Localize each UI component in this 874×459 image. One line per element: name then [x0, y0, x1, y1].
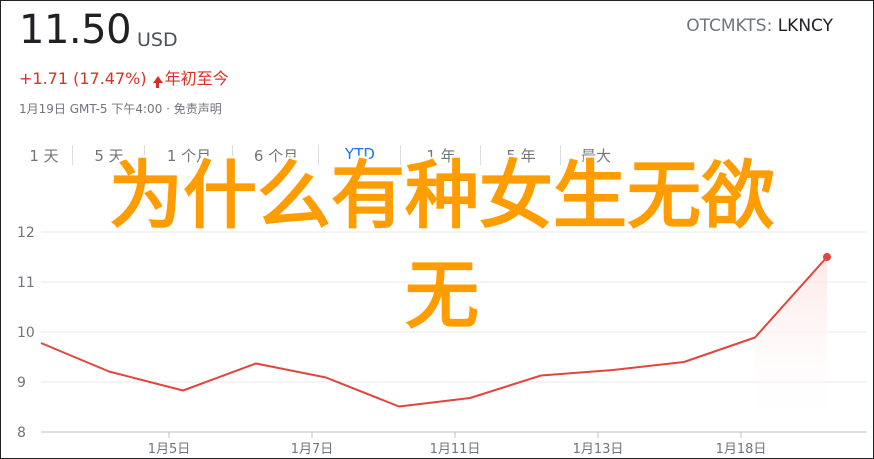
- last-point-marker: [823, 253, 831, 261]
- x-tick-label: 1月13日: [573, 442, 624, 457]
- line-layer: [40, 253, 831, 408]
- x-axis: 1月5日 1月7日 1月11日 1月13日 1月18日: [41, 431, 867, 457]
- y-tick-label: 12: [17, 225, 35, 241]
- area-layer: [755, 257, 827, 432]
- x-tick-label: 1月18日: [716, 442, 767, 457]
- price-chart[interactable]: 1月5日 1月7日 1月11日 1月13日 1月18日 8 9 10 11 12: [1, 1, 873, 458]
- grid-layer: [41, 231, 867, 433]
- y-tick-label: 9: [17, 375, 26, 391]
- stock-widget: 11.50 USD OTCMKTS: LKNCY +1.71 (17.47%) 年…: [0, 0, 874, 459]
- y-axis: 8 9 10 11 12: [17, 225, 35, 441]
- y-tick-label: 11: [17, 275, 35, 291]
- y-tick-label: 8: [17, 425, 26, 441]
- x-tick-label: 1月7日: [291, 442, 334, 457]
- series-area: [755, 257, 827, 432]
- x-tick-label: 1月5日: [148, 442, 191, 457]
- x-tick-label: 1月11日: [430, 442, 481, 457]
- y-tick-label: 10: [17, 325, 35, 341]
